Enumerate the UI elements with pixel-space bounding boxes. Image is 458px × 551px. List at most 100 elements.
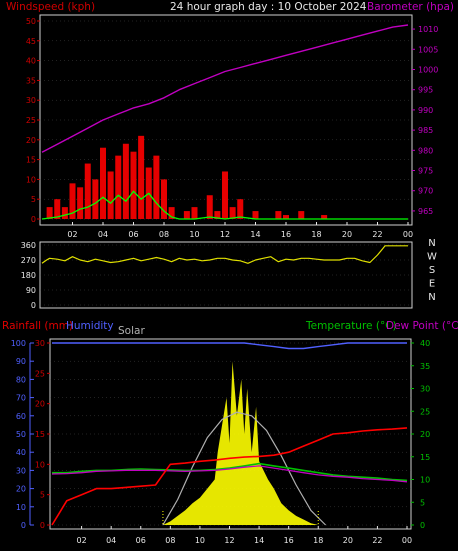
temperature-tick-label: 30	[420, 385, 430, 394]
rainfall-tick-label: 20	[35, 400, 45, 409]
humidity-tick-label: 20	[16, 485, 26, 494]
barometer-tick-label: 1010	[418, 25, 438, 34]
x-tick-label: 16	[284, 536, 294, 545]
x-tick-label: 18	[313, 536, 323, 545]
x-tick-label: 06	[136, 536, 146, 545]
direction-series	[41, 245, 408, 264]
humidity-tick-label: 30	[16, 466, 26, 475]
windspeed-tick-label: 0	[31, 215, 36, 224]
wind-gust-bar	[191, 207, 198, 219]
barometer-tick-label: 1000	[418, 65, 438, 74]
temperature-tick-label: 15	[420, 453, 430, 462]
direction-tick-label: 360	[21, 241, 36, 250]
solar-area	[162, 361, 319, 525]
windspeed-tick-label: 10	[26, 175, 36, 184]
rainfall-tick-label: 15	[35, 430, 45, 439]
wind-gust-bar	[100, 147, 106, 219]
rainfall-axis-title: Rainfall (mm)	[2, 320, 73, 332]
humidity-tick-label: 0	[21, 521, 26, 530]
direction-panel-grid	[40, 244, 412, 306]
barometer-tick-label: 965	[418, 207, 433, 216]
humidity-tick-label: 90	[16, 357, 26, 366]
windspeed-tick-label: 45	[26, 37, 36, 46]
windspeed-tick-label: 20	[26, 136, 36, 145]
x-tick-label: 22	[372, 230, 382, 239]
wind-gust-bar	[275, 211, 282, 219]
wind-gust-bar	[222, 171, 228, 219]
x-tick-label: 08	[165, 536, 175, 545]
barometer-axis-title: Barometer (hpa)	[367, 1, 454, 13]
compass-label: E	[429, 279, 435, 290]
windspeed-tick-label: 40	[26, 57, 36, 66]
humidity-axis-title: Humidity	[66, 320, 114, 332]
barometer-tick-label: 975	[418, 167, 433, 176]
windspeed-tick-label: 50	[26, 17, 36, 26]
temperature-tick-label: 20	[420, 430, 430, 439]
temperature-axis-title: Temperature (°C)	[305, 320, 397, 332]
x-tick-label: 10	[195, 536, 205, 545]
compass-label: W	[427, 252, 437, 263]
wind-gust-bar	[122, 143, 129, 219]
compass-labels: NWSEN	[427, 238, 437, 303]
rainfall-tick-label: 0	[40, 521, 45, 530]
temperature-tick-label: 0	[420, 521, 425, 530]
windspeed-tick-label: 5	[31, 195, 36, 204]
x-tick-label: 12	[220, 230, 230, 239]
wind-gust-bar	[138, 135, 145, 219]
rainfall-tick-label: 10	[35, 460, 45, 469]
humidity-tick-label: 70	[16, 394, 26, 403]
x-tick-label: 14	[250, 230, 260, 239]
windspeed-tick-label: 35	[26, 76, 36, 85]
wind-gust-bar	[115, 155, 122, 219]
x-tick-label: 22	[372, 536, 382, 545]
humidity-tick-label: 60	[16, 412, 26, 421]
wind-gust-bar	[84, 163, 91, 219]
wind-gust-bar	[130, 151, 137, 219]
x-tick-label: 12	[224, 536, 234, 545]
temperature-tick-label: 10	[420, 476, 430, 485]
windspeed-tick-label: 15	[26, 156, 36, 165]
wind-gust-bar	[237, 199, 244, 219]
x-tick-label: 20	[343, 536, 353, 545]
x-tick-label: 02	[76, 536, 86, 545]
wind-direction-line	[41, 245, 408, 264]
solar-axis-title: Solar	[118, 325, 145, 337]
compass-label: N	[428, 238, 435, 249]
x-tick-label: 14	[254, 536, 264, 545]
rainfall-tick-label: 5	[40, 491, 45, 500]
humidity-tick-label: 40	[16, 448, 26, 457]
graph-title: 24 hour graph day : 10 October 2024	[170, 1, 367, 13]
wind-gust-bar	[107, 171, 114, 219]
wind-gust-bar	[206, 195, 213, 219]
x-tick-label: 00	[403, 230, 413, 239]
humidity-tick-label: 80	[16, 375, 26, 384]
wind-gust-bar	[183, 211, 190, 219]
x-tick-label: 16	[281, 230, 291, 239]
wind-gust-bar	[252, 211, 259, 219]
direction-tick-label: 0	[31, 301, 36, 310]
wind-gust-bar	[153, 155, 160, 219]
rainfall-tick-label: 30	[35, 339, 45, 348]
barometer-axis-ticks: 965 970 975 980 985 990 995 1000 1005 1010	[412, 25, 438, 216]
humidity-line	[52, 342, 407, 350]
temperature-tick-label: 5	[420, 498, 425, 507]
windspeed-tick-label: 25	[26, 116, 36, 125]
temperature-tick-label: 35	[420, 362, 430, 371]
x-tick-label: 18	[311, 230, 321, 239]
direction-tick-label: 90	[26, 286, 36, 295]
humidity-tick-label: 50	[16, 430, 26, 439]
x-tick-label: 06	[128, 230, 138, 239]
temperature-tick-label: 25	[420, 407, 430, 416]
barometer-tick-label: 1005	[418, 45, 438, 54]
barometer-tick-label: 995	[418, 86, 433, 95]
solar-series	[162, 361, 327, 526]
barometer-tick-label: 970	[418, 187, 433, 196]
x-tick-label: 10	[189, 230, 199, 239]
wind-gust-bar	[92, 179, 99, 219]
wind-gust-bar	[61, 207, 68, 219]
x-tick-label: 04	[106, 536, 116, 545]
compass-label: N	[428, 292, 435, 303]
x-tick-label: 00	[402, 536, 412, 545]
x-tick-label: 20	[342, 230, 352, 239]
x-tick-label: 04	[98, 230, 108, 239]
